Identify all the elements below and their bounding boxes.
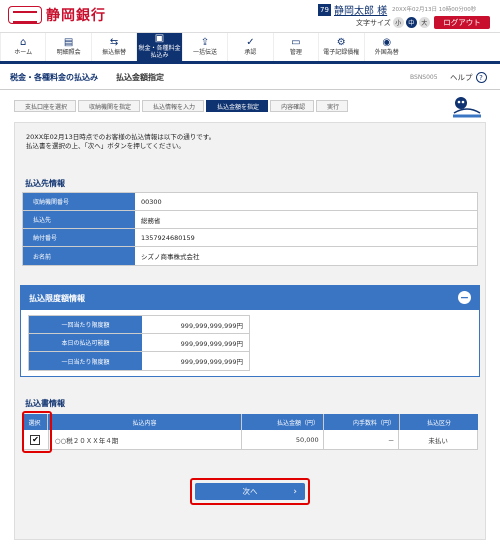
collapse-minus-icon[interactable]: − — [458, 291, 471, 304]
header: 静岡銀行 79 静岡太郎 様 20XX年02月13日 10時00分00秒 文字サ… — [0, 0, 500, 30]
chevron-right-icon: › — [293, 486, 297, 497]
payee-heading: 払込先情報 — [25, 179, 65, 188]
table-row: お名前 シズノ商事株式会社 — [23, 247, 477, 265]
payee-table: 収納機関番号 00300 払込先 総務省 納付番号 1357924680159 お名前… — [22, 192, 478, 266]
step-5: 内容確認 — [270, 100, 315, 112]
globe-icon: ◉ — [382, 36, 392, 48]
last-login: 20XX年02月13日 10時00分00秒 — [392, 7, 477, 13]
bank-name: 静岡銀行 — [46, 8, 106, 24]
highlight-select-column — [22, 411, 52, 453]
nav-bulk-upload[interactable]: ⇪ 一括伝送 — [181, 33, 227, 61]
bill-heading: 払込書情報 — [25, 399, 65, 408]
global-nav: ⌂ ホーム ▤ 明細照会 ⇆ 振込振替 ▣ 税金・各種料金 払込み ⇪ 一括伝送 ✓ 承認 … — [0, 32, 500, 64]
step-6: 実行 — [316, 100, 349, 112]
limit-panel-header: 払込限度額情報 − — [21, 286, 479, 310]
step-4-current: 払込金額を指定 — [206, 100, 269, 112]
nav-management[interactable]: ▭ 管理 — [272, 33, 318, 61]
step-1: 支払口座を選択 — [14, 100, 77, 112]
home-icon: ⌂ — [20, 36, 27, 48]
help-icon: ? — [475, 72, 487, 83]
table-row: 納付番号 1357924680159 — [23, 229, 477, 247]
step-2: 収納機関を指定 — [78, 100, 141, 112]
table-row: 本日の払込可能額 999,999,999,999円 — [29, 334, 249, 352]
nav-home[interactable]: ⌂ ホーム — [0, 33, 45, 61]
nav-approval[interactable]: ✓ 承認 — [227, 33, 272, 61]
limit-table: 一回当たり限度額 999,999,999,999円 本日の払込可能額 999,999… — [28, 315, 250, 371]
bill-table-header: 選択 払込内容 払込金額（円） 内手数料（円） 払込区分 — [22, 414, 478, 430]
tax-icon: ▣ — [154, 33, 165, 45]
nav-foreign-exchange[interactable]: ◉ 外国為替 — [363, 33, 409, 61]
help-link[interactable]: ヘルプ? — [450, 72, 487, 83]
settings-icon: ⚙ — [336, 36, 346, 48]
folder-icon: ▭ — [291, 36, 301, 48]
nav-statements[interactable]: ▤ 明細照会 — [45, 33, 90, 61]
upload-icon: ⇪ — [200, 36, 210, 48]
title-bar: 税金・各種料金の払込み 払込金額指定 BSNS005 ヘルプ? — [0, 66, 500, 90]
table-row: 収納機関番号 00300 — [23, 193, 477, 211]
bank-logo-mark-icon — [8, 6, 42, 24]
table-row: ✔ ○○税２０ＸＸ年４期 50,000 － 未払い — [22, 430, 478, 450]
user-name-link[interactable]: 静岡太郎 様 — [334, 2, 387, 17]
bank-logo[interactable]: 静岡銀行 — [8, 5, 106, 25]
bill-table: 選択 払込内容 払込金額（円） 内手数料（円） 払込区分 ✔ ○○税２０ＸＸ年４… — [22, 414, 478, 450]
nav-transfer[interactable]: ⇆ 振込振替 — [90, 33, 136, 61]
section-title: 税金・各種料金の払込み — [10, 73, 98, 82]
font-size-medium-button[interactable]: 中 — [405, 17, 417, 28]
font-size-large-button[interactable]: 大 — [418, 17, 430, 28]
table-row: 一回当たり限度額 999,999,999,999円 — [29, 316, 249, 334]
page-title: 払込金額指定 — [116, 73, 164, 82]
limit-panel: 払込限度額情報 − 一回当たり限度額 999,999,999,999円 本日の払込… — [20, 285, 480, 377]
check-icon: ✓ — [246, 36, 255, 48]
intro-text: 20XX年02月13日時点でのお客様の払込情報は以下の通りです。 払込書を選択の… — [26, 133, 216, 151]
document-icon: ▤ — [63, 36, 74, 48]
nav-e-claims[interactable]: ⚙ 電子記録債権 — [318, 33, 363, 61]
user-info: 79 静岡太郎 様 — [318, 2, 387, 17]
next-button[interactable]: 次へ › — [195, 483, 305, 500]
font-size-label: 文字サイズ — [356, 18, 391, 27]
pay-easy-logo-icon — [453, 97, 481, 118]
transfer-icon: ⇆ — [109, 36, 119, 48]
table-row: 一日当たり限度額 999,999,999,999円 — [29, 352, 249, 370]
table-row: 払込先 総務省 — [23, 211, 477, 229]
font-size-small-button[interactable]: 小 — [392, 17, 404, 28]
font-size-switcher: 文字サイズ 小 中 大 — [356, 17, 430, 28]
screen-code: BSNS005 — [410, 74, 438, 81]
nav-tax-payment[interactable]: ▣ 税金・各種料金 払込み — [136, 33, 182, 61]
step-3: 払込情報を入力 — [142, 100, 205, 112]
limit-heading: 払込限度額情報 — [29, 293, 85, 303]
step-progress: 支払口座を選択 収納機関を指定 払込情報を入力 払込金額を指定 内容確認 実行 — [14, 100, 350, 112]
logout-button[interactable]: ログアウト — [434, 16, 490, 29]
user-badge: 79 — [318, 3, 331, 16]
